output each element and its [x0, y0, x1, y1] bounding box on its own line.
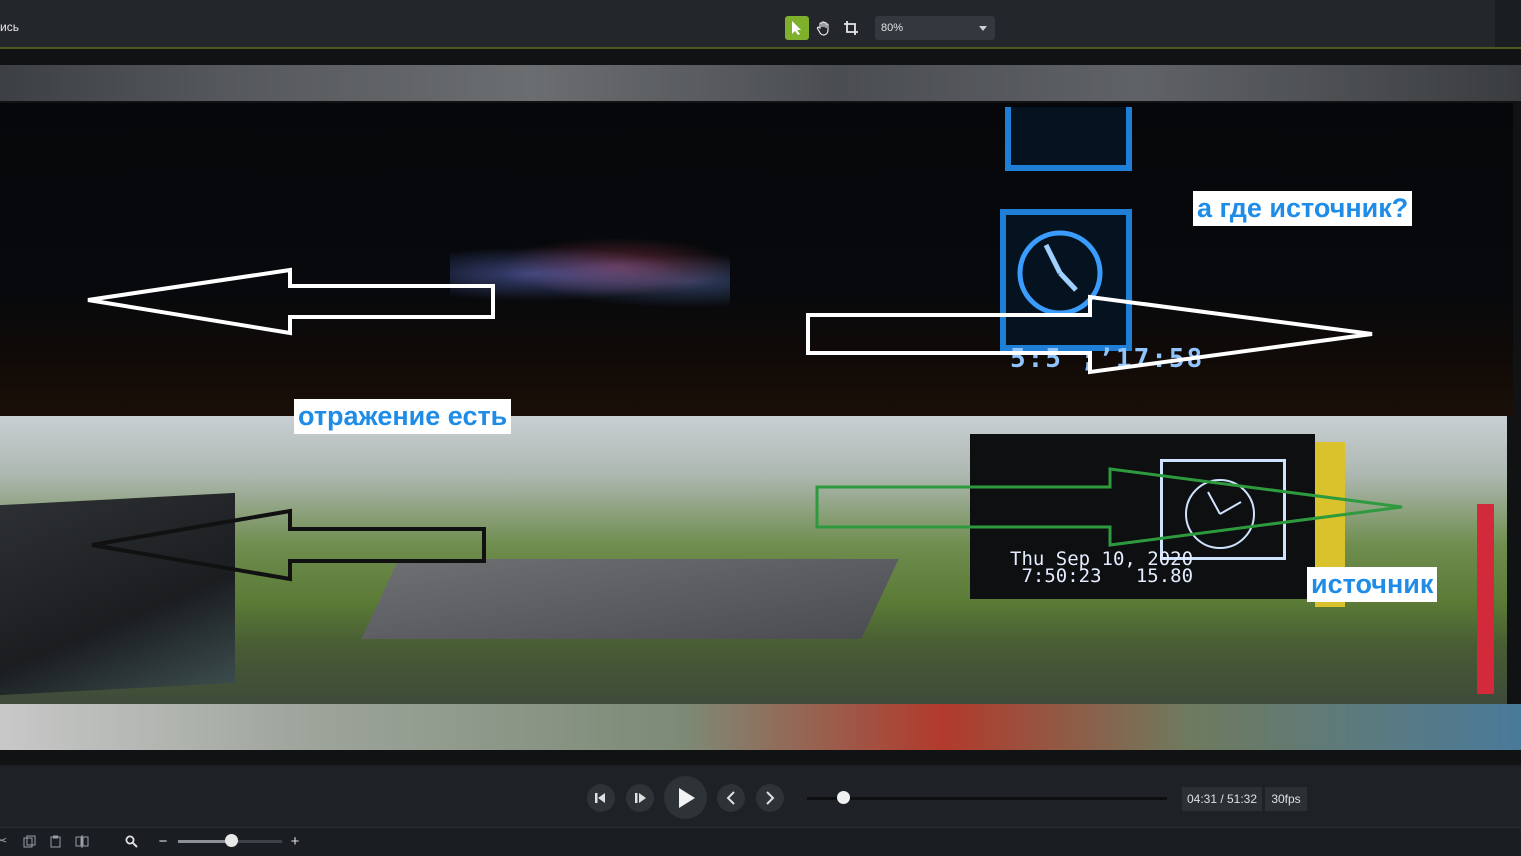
- next-frame-button[interactable]: [626, 784, 654, 812]
- editor-toolbar: ись 80%: [0, 0, 1521, 49]
- zoom-dropdown-value: 80%: [881, 22, 904, 34]
- copy-icon[interactable]: [21, 834, 37, 848]
- select-tool-button[interactable]: [785, 16, 809, 40]
- split-icon[interactable]: [74, 834, 90, 848]
- step-forward-icon: [635, 793, 646, 803]
- search-icon[interactable]: [123, 834, 139, 848]
- previous-frame-button[interactable]: [587, 784, 615, 812]
- fps-display: 30fps: [1265, 787, 1307, 811]
- project-title: ись: [0, 20, 19, 34]
- step-back-icon: [595, 793, 605, 803]
- zoom-in-button[interactable]: +: [287, 833, 303, 850]
- next-marker-button[interactable]: [756, 784, 784, 812]
- crop-tool-button[interactable]: [839, 16, 863, 40]
- arrow-left-black: [91, 508, 486, 582]
- arrow-right-green: [815, 467, 1403, 547]
- cut-icon[interactable]: ✂: [0, 833, 10, 848]
- timeline-zoom-handle[interactable]: [225, 834, 238, 847]
- label-reflection-exists: отражение есть: [294, 399, 512, 434]
- timeline-zoom-fill: [178, 840, 232, 843]
- toolbar-edge: [1495, 0, 1521, 47]
- scrubber-handle[interactable]: [837, 791, 850, 804]
- label-source: источник: [1307, 567, 1438, 602]
- play-icon: [678, 787, 695, 808]
- play-button[interactable]: [664, 776, 707, 819]
- time-display: 04:31 / 51:32: [1182, 787, 1262, 811]
- scrubber-track[interactable]: [807, 797, 1167, 800]
- paste-icon[interactable]: [47, 834, 63, 848]
- previous-marker-button[interactable]: [717, 784, 745, 812]
- zoom-dropdown[interactable]: 80%: [875, 16, 995, 40]
- chevron-left-icon: [726, 791, 735, 805]
- video-preview-canvas[interactable]: 5:5 ;’17:58 Thu Sep 10, 2020 7:50:23 15.…: [0, 49, 1521, 765]
- arrow-right-white: [806, 294, 1373, 375]
- label-where-source: а где источник?: [1193, 191, 1413, 226]
- crop-icon: [844, 21, 858, 35]
- hand-icon: [816, 21, 829, 36]
- pan-tool-button[interactable]: [812, 16, 836, 40]
- chevron-right-icon: [766, 791, 775, 805]
- pointer-icon: [792, 21, 801, 35]
- annotation-arrows: [87, 267, 1403, 582]
- arrow-left-white: [87, 267, 495, 336]
- zoom-out-button[interactable]: −: [155, 833, 171, 850]
- chevron-down-icon: [979, 26, 987, 31]
